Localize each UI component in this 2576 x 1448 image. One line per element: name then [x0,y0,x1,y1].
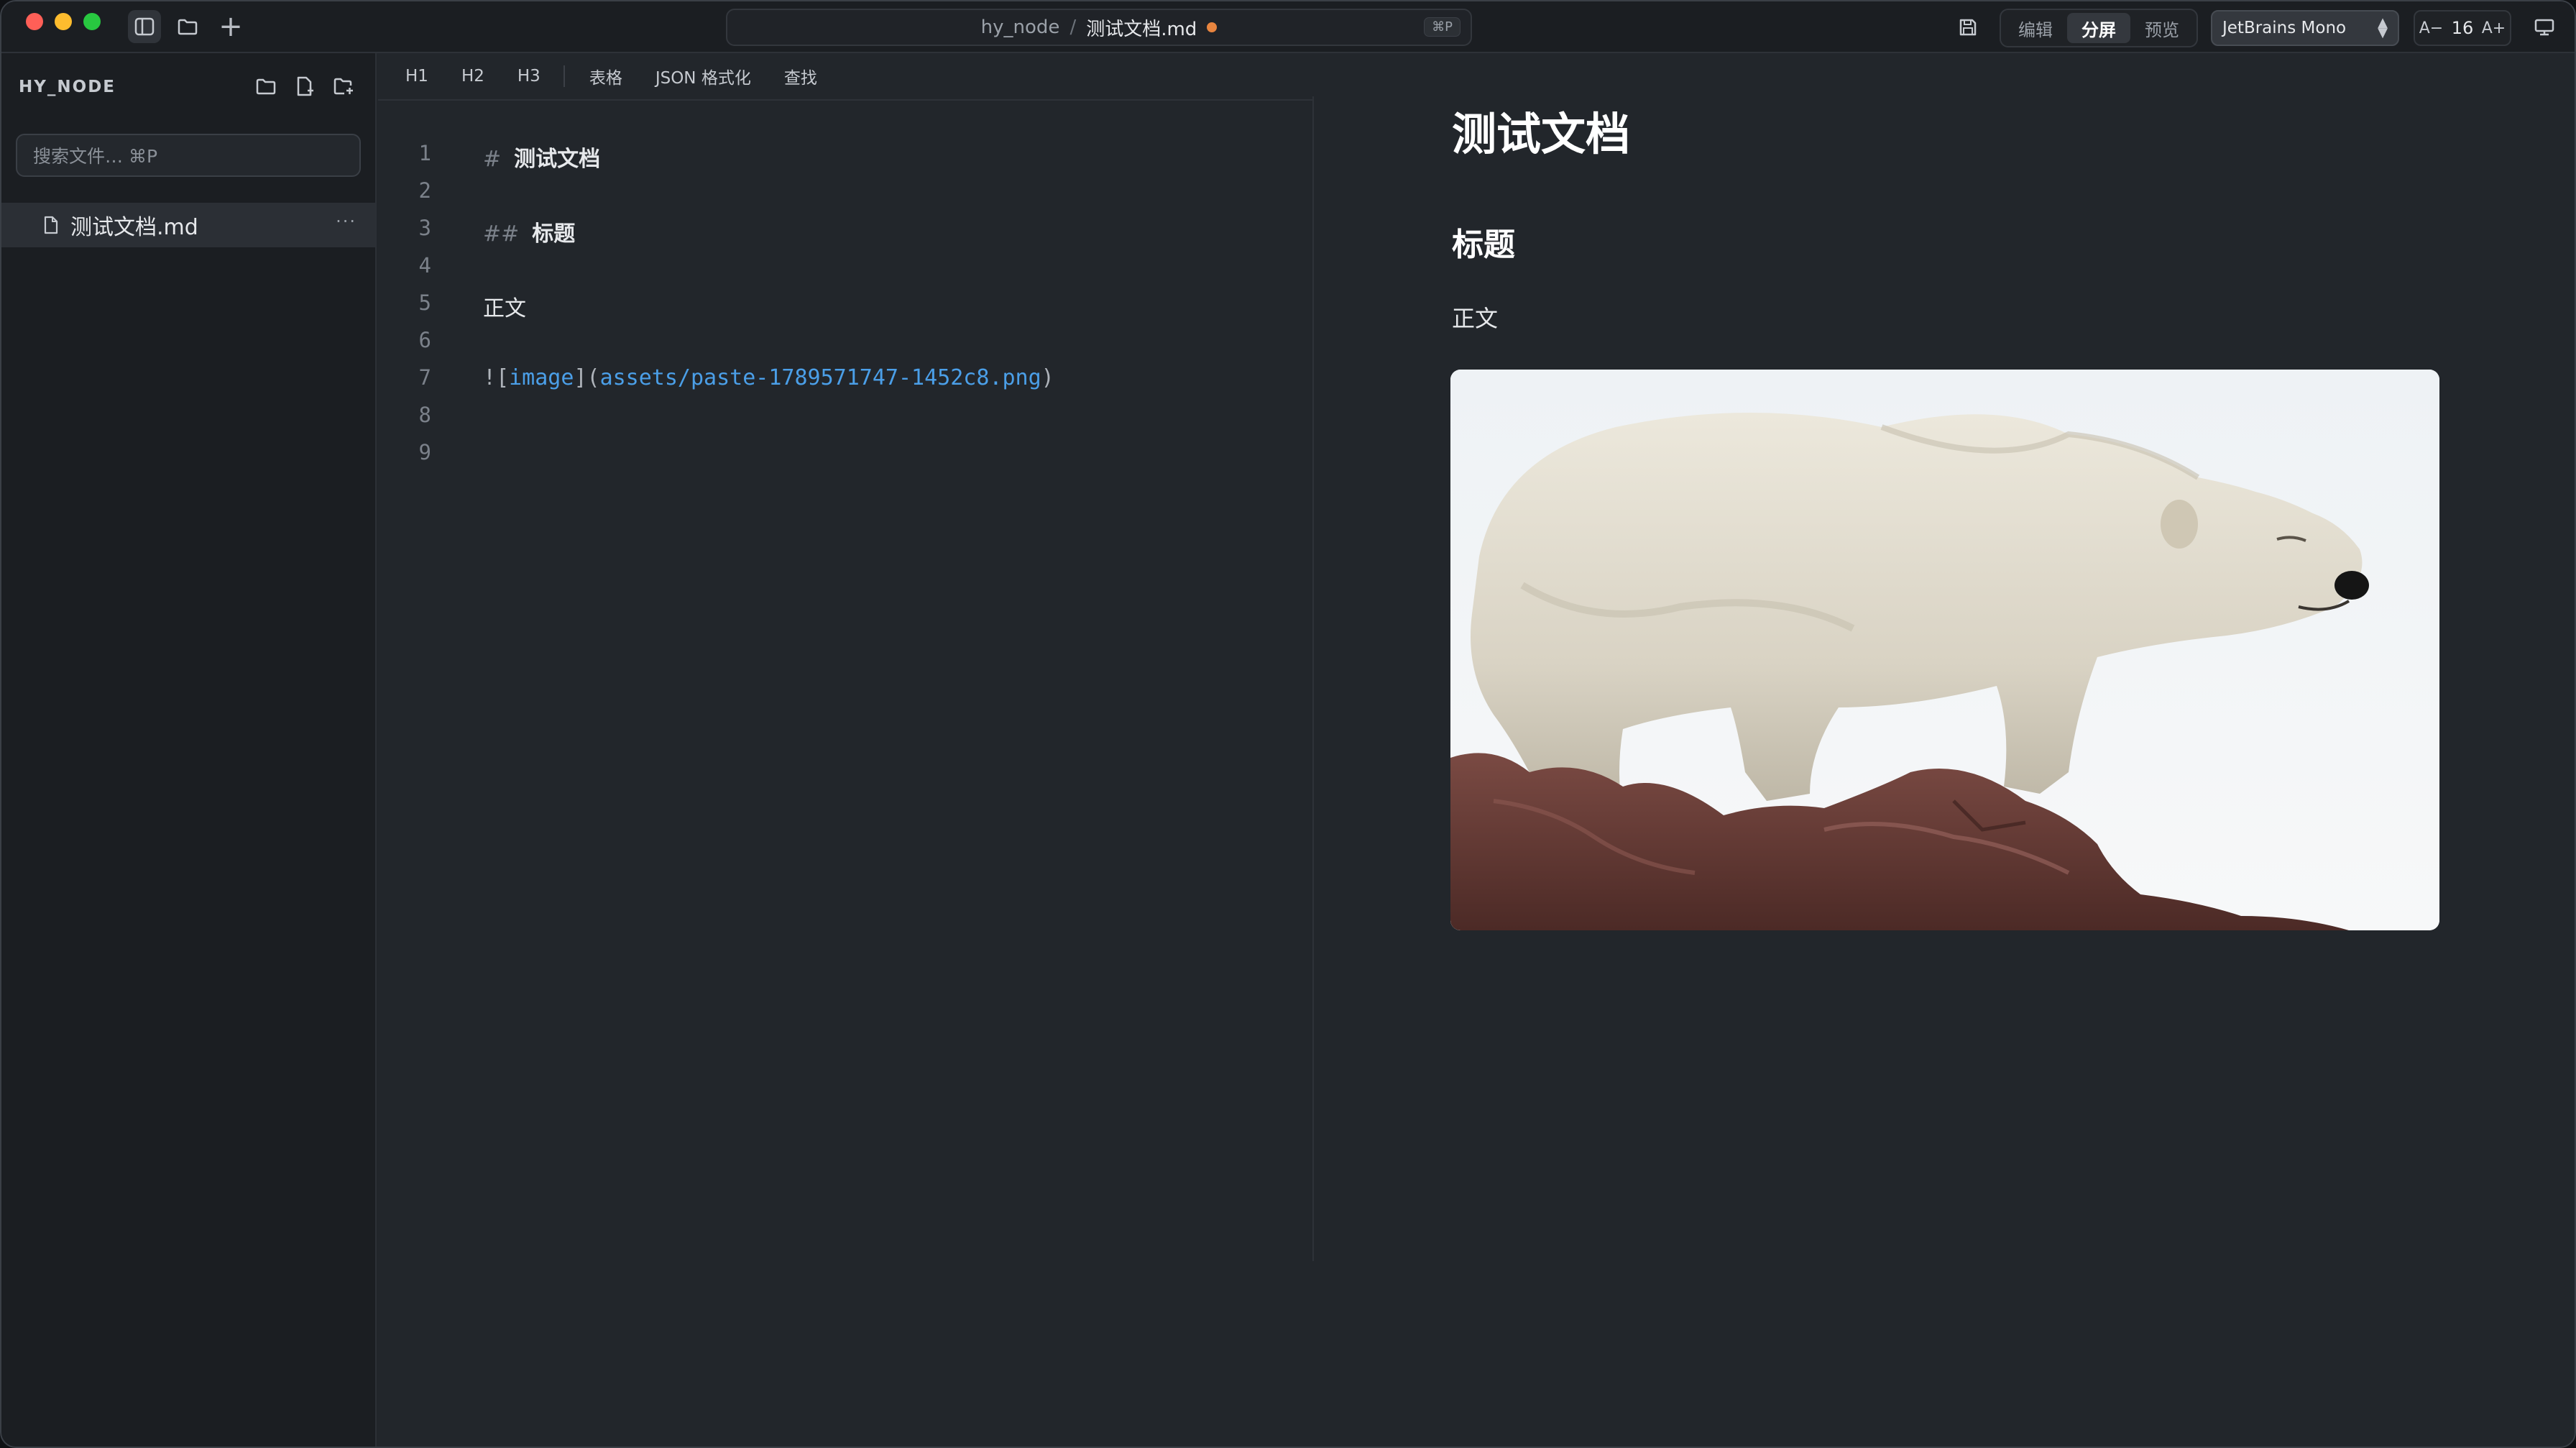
font-size-decrease-button[interactable]: A− [2419,19,2443,37]
code-line-image-link[interactable]: ![image](assets/paste-1789571747-1452c8.… [483,365,1054,390]
image-path-close: ) [1041,365,1054,390]
workspace-title: HY_NODE [19,78,116,96]
file-breadcrumb[interactable]: hy_node / 测试文档.md ⌘P [726,9,1472,46]
preview-paragraph: 正文 [1452,305,1499,332]
heading-marker: # [483,147,502,172]
font-size-control: A− 16 A+ [2414,10,2511,46]
font-family-value: JetBrains Mono [2222,19,2347,37]
mode-split-button[interactable]: 分屏 [2067,13,2130,43]
image-alt-close: ] [574,365,587,390]
open-folder-button[interactable] [171,10,204,43]
font-family-select[interactable]: JetBrains Mono ▲ ▼ [2211,10,2399,46]
maximize-window-button[interactable] [83,13,101,30]
unsaved-indicator [1207,22,1218,32]
find-button[interactable]: 查找 [784,64,817,88]
new-file-icon [297,76,313,96]
file-import-icon [334,78,353,95]
save-button[interactable] [1954,13,1982,42]
line-number: 2 [418,178,431,203]
new-tab-button[interactable]: + [214,10,247,43]
json-format-button[interactable]: JSON 格式化 [656,64,751,88]
image-alt-open: [ [496,365,510,390]
preview-heading2: 标题 [1452,226,1515,263]
quick-open-shortcut: ⌘P [1424,17,1460,37]
breadcrumb-filename[interactable]: 测试文档.md [1086,14,1197,41]
new-file-button[interactable] [292,73,318,99]
file-more-button[interactable]: ··· [336,211,356,232]
heading-text: 标题 [532,221,576,247]
preview-image-polar-bear [1450,370,2439,930]
h2-button[interactable]: H2 [461,67,484,86]
heading-marker: ## [483,221,520,247]
monitor-icon [2534,19,2554,36]
image-alt-text: image [509,365,574,390]
folder-icon [256,78,276,95]
insert-table-button[interactable]: 表格 [589,64,622,88]
sidebar-icon [134,17,155,36]
heading-text: 测试文档 [514,147,601,172]
save-icon [1959,19,1977,36]
image-path-open: ( [586,365,600,390]
paragraph-text: 正文 [483,296,526,321]
line-number: 8 [418,403,431,427]
line-number: 7 [418,365,431,390]
plus-icon: + [218,10,243,43]
mode-preview-button[interactable]: 预览 [2130,13,2194,43]
code-line-paragraph[interactable]: 正文 [483,290,526,322]
line-number: 1 [418,141,431,165]
h3-button[interactable]: H3 [518,67,540,86]
line-number: 3 [418,216,431,240]
app-window: + hy_node / 测试文档.md ⌘P 编辑 分屏 预览 JetBrain… [0,0,2576,1448]
title-bar: + hy_node / 测试文档.md ⌘P 编辑 分屏 预览 JetBrain… [1,1,2575,53]
font-size-value: 16 [2451,18,2474,38]
format-toolbar: H1 H2 H3 表格 JSON 格式化 查找 [378,53,1312,101]
view-mode-switch: 编辑 分屏 预览 [2000,9,2198,47]
line-number: 5 [418,290,431,315]
code-line-heading1[interactable]: # 测试文档 [483,141,600,173]
toolbar-divider [563,65,565,87]
image-bang: ! [483,365,497,390]
font-size-increase-button[interactable]: A+ [2482,19,2506,37]
mode-edit-button[interactable]: 编辑 [2004,13,2067,43]
file-search-input[interactable]: 搜索文件… ⌘P [16,134,361,177]
h1-button[interactable]: H1 [405,67,428,86]
code-line-heading2[interactable]: ## 标题 [483,216,575,247]
line-number: 9 [418,440,431,464]
image-path: assets/paste-1789571747-1452c8.png [599,365,1041,390]
breadcrumb-project[interactable]: hy_node [981,17,1060,38]
file-tree-item-label: 测试文档.md [70,215,198,240]
file-sidebar: HY_NODE 搜索文件… ⌘P 测试文档.md ··· [1,53,377,1447]
import-file-button[interactable] [331,73,356,99]
breadcrumb-separator: / [1070,17,1077,38]
sidebar-actions [253,73,356,99]
presentation-button[interactable] [2530,13,2559,42]
toggle-sidebar-button[interactable] [128,10,161,43]
close-window-button[interactable] [26,13,43,30]
file-icon [43,216,59,234]
file-tree-item[interactable]: 测试文档.md ··· [1,203,375,247]
select-arrows-icon: ▲ ▼ [2378,14,2388,40]
preview-heading1: 测试文档 [1452,108,1631,160]
line-number: 6 [418,328,431,352]
markdown-preview: 测试文档 标题 正文 [1314,53,2575,1447]
folder-icon [178,19,198,35]
line-number: 4 [418,253,431,278]
minimize-window-button[interactable] [55,13,72,30]
markdown-editor: H1 H2 H3 表格 JSON 格式化 查找 1 2 3 4 5 6 7 8 … [378,53,1312,1447]
new-folder-button[interactable] [253,73,279,99]
